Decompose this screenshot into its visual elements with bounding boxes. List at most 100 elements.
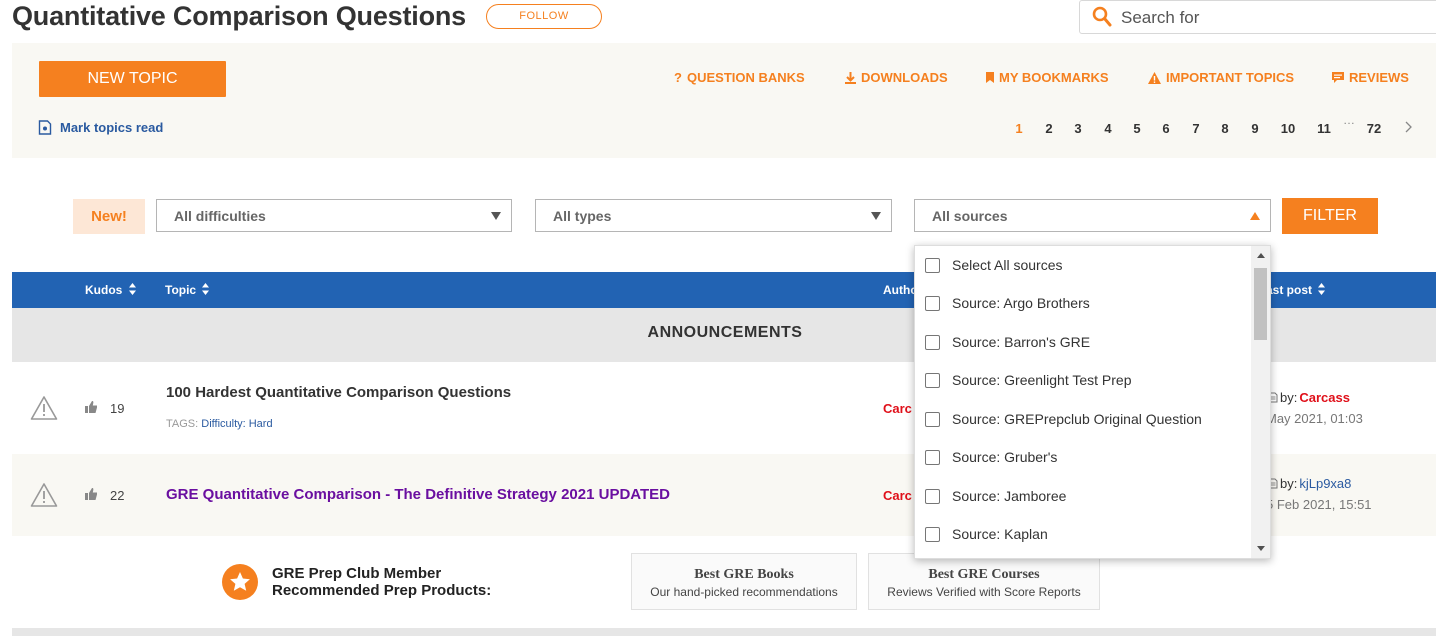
source-option-select-all[interactable]: Select All sources: [925, 255, 1063, 275]
source-option-label: Source: Jamboree: [952, 488, 1067, 504]
source-option-kaplan[interactable]: Source: Kaplan: [925, 524, 1048, 544]
my-bookmarks-label: MY BOOKMARKS: [999, 70, 1109, 85]
page-8[interactable]: 8: [1214, 121, 1236, 136]
last-post-by-label: by:: [1280, 390, 1298, 405]
page-10[interactable]: 10: [1277, 121, 1299, 136]
checkbox[interactable]: [925, 295, 940, 311]
last-post-by-label: by:: [1280, 476, 1298, 491]
page-1[interactable]: 1: [1008, 121, 1030, 136]
reviews-label: REVIEWS: [1349, 70, 1409, 85]
best-gre-courses-card[interactable]: Best GRE Courses Reviews Verified with S…: [868, 553, 1100, 610]
checkbox[interactable]: [925, 257, 940, 273]
page-6[interactable]: 6: [1155, 121, 1177, 136]
page-2[interactable]: 2: [1038, 121, 1060, 136]
question-banks-label: QUESTION BANKS: [687, 70, 805, 85]
topic-column-header[interactable]: Topic: [165, 283, 210, 297]
best-gre-books-card[interactable]: Best GRE Books Our hand-picked recommend…: [631, 553, 857, 610]
source-option-label: Source: Greenlight Test Prep: [952, 372, 1132, 388]
chevron-right-icon[interactable]: [1404, 121, 1413, 133]
checkbox[interactable]: [925, 334, 940, 350]
sources-select[interactable]: All sources: [914, 199, 1271, 232]
page-11[interactable]: 11: [1313, 121, 1335, 136]
tag-difficulty-hard-link[interactable]: Difficulty: Hard: [201, 418, 272, 430]
scroll-down-arrow-icon[interactable]: [1257, 546, 1265, 551]
topic-author-link[interactable]: Carc: [883, 488, 912, 503]
page-5[interactable]: 5: [1126, 121, 1148, 136]
thumbs-up-icon[interactable]: [84, 487, 98, 501]
sources-dropdown[interactable]: Select All sources Source: Argo Brothers…: [914, 245, 1271, 559]
source-option-argo-brothers[interactable]: Source: Argo Brothers: [925, 293, 1090, 313]
source-option-label: Source: GREPrepclub Original Question: [952, 411, 1202, 427]
new-topic-button[interactable]: NEW TOPIC: [39, 61, 226, 97]
promo-card-subtitle: Reviews Verified with Score Reports: [887, 585, 1081, 599]
search-icon: [1092, 6, 1112, 27]
source-option-label: Source: Argo Brothers: [952, 295, 1090, 311]
checkbox[interactable]: [925, 372, 940, 388]
topic-title-link[interactable]: GRE Quantitative Comparison - The Defini…: [166, 486, 670, 503]
my-bookmarks-link[interactable]: MY BOOKMARKS: [985, 70, 1109, 85]
kudos-header-label: Kudos: [85, 283, 123, 297]
last-post-header-label: ast post: [1266, 283, 1313, 297]
difficulty-select[interactable]: All difficulties: [156, 199, 512, 232]
checkbox[interactable]: [925, 488, 940, 504]
follow-button[interactable]: FOLLOW: [486, 4, 602, 29]
chat-icon: [1332, 72, 1344, 83]
checkbox[interactable]: [925, 449, 940, 465]
source-option-jamboree[interactable]: Source: Jamboree: [925, 486, 1066, 506]
warning-icon: [30, 396, 58, 420]
new-badge: New!: [73, 199, 145, 234]
star-icon: [230, 572, 250, 591]
reviews-link[interactable]: REVIEWS: [1331, 70, 1409, 85]
kudos-column-header[interactable]: Kudos: [85, 283, 136, 297]
page-4[interactable]: 4: [1097, 121, 1119, 136]
sources-select-value: All sources: [932, 208, 1008, 224]
last-post-column-header[interactable]: ast post: [1266, 283, 1326, 297]
last-post-user-link[interactable]: kjLp9xa8: [1299, 476, 1351, 491]
document-icon: [38, 120, 52, 135]
important-topics-link[interactable]: IMPORTANT TOPICS: [1147, 70, 1294, 85]
downloads-link[interactable]: DOWNLOADS: [844, 70, 948, 85]
tags-label: TAGS:: [166, 418, 199, 430]
filter-button[interactable]: FILTER: [1282, 198, 1378, 234]
sort-icon: [1318, 283, 1326, 295]
last-post-date: 5 Feb 2021, 15:51: [1266, 497, 1372, 512]
topic-title-link[interactable]: 100 Hardest Quantitative Comparison Ques…: [166, 384, 511, 401]
source-option-label: Source: Gruber's: [952, 449, 1058, 465]
warning-icon: [30, 483, 58, 507]
chevron-down-icon: [491, 212, 501, 220]
page-72[interactable]: 72: [1363, 121, 1385, 136]
next-section-band: [12, 628, 1436, 636]
downloads-label: DOWNLOADS: [861, 70, 948, 85]
types-select-value: All types: [553, 208, 612, 224]
page-title: Quantitative Comparison Questions: [12, 1, 466, 31]
sort-icon: [128, 283, 136, 295]
source-option-barrons-gre[interactable]: Source: Barron's GRE: [925, 332, 1090, 352]
page-7[interactable]: 7: [1185, 121, 1207, 136]
source-option-grubers[interactable]: Source: Gruber's: [925, 447, 1057, 467]
question-icon: ?: [674, 71, 682, 84]
promo-card-subtitle: Our hand-picked recommendations: [650, 585, 838, 599]
thumbs-up-icon[interactable]: [84, 400, 98, 414]
author-column-header[interactable]: Autho: [883, 283, 918, 297]
checkbox[interactable]: [925, 411, 940, 427]
source-option-greenlight[interactable]: Source: Greenlight Test Prep: [925, 370, 1132, 390]
page-9[interactable]: 9: [1244, 121, 1266, 136]
types-select[interactable]: All types: [535, 199, 892, 232]
search-input[interactable]: Search for: [1079, 0, 1436, 34]
page-3[interactable]: 3: [1067, 121, 1089, 136]
kudos-count: 19: [110, 401, 125, 416]
source-option-label: Source: Barron's GRE: [952, 334, 1091, 350]
scroll-up-arrow-icon[interactable]: [1257, 253, 1265, 258]
promo-card-title: Best GRE Books: [694, 567, 794, 582]
chevron-down-icon: [871, 212, 881, 220]
topic-author-link[interactable]: Carc: [883, 401, 912, 416]
source-option-grepc-original[interactable]: Source: GREPrepclub Original Question: [925, 409, 1202, 429]
svg-text:?: ?: [674, 71, 682, 84]
dropdown-scrollbar[interactable]: [1251, 246, 1270, 558]
last-post-user-link[interactable]: Carcass: [1299, 390, 1350, 405]
last-post-by: by: Carcass: [1268, 390, 1350, 405]
scrollbar-thumb[interactable]: [1254, 268, 1267, 340]
question-banks-link[interactable]: ? QUESTION BANKS: [673, 70, 805, 85]
mark-topics-read-link[interactable]: Mark topics read: [38, 120, 163, 135]
checkbox[interactable]: [925, 526, 940, 542]
